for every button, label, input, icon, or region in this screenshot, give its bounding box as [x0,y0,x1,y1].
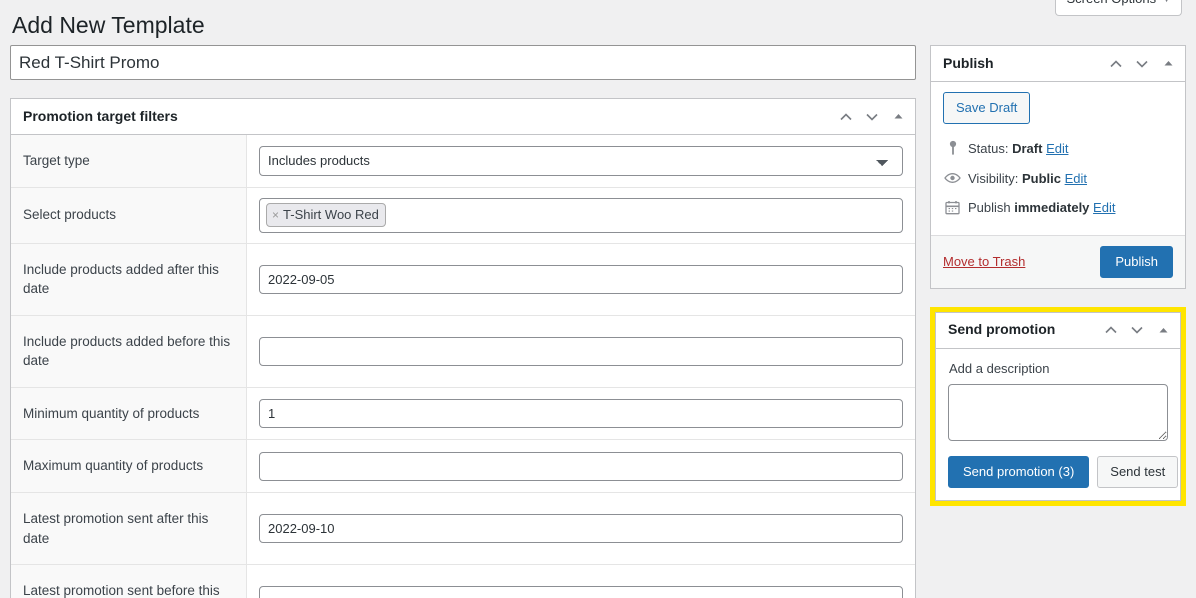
visibility-value: Public [1021,170,1061,186]
admin-page: Screen Options ▼ Add New Template Promot… [0,0,1196,598]
publish-actions: Move to Trash Publish [931,234,1185,288]
send-test-button[interactable]: Send test [1097,455,1179,488]
schedule-value: immediately [1014,200,1090,215]
row-label-min-quantity: Minimum quantity of products [11,387,247,440]
send-promotion-handle-actions [1098,314,1176,346]
max-quantity-input[interactable] [259,451,903,481]
table-row: Include products added after this date [11,243,915,316]
sent-before-date-input[interactable] [259,586,903,598]
send-promotion-box: Send promotion Add a description Send pr… [935,311,1181,501]
remove-chip-icon[interactable]: × [272,209,279,221]
filters-table: Target type Includes products Select pro… [11,135,915,598]
visibility-row: Visibility: Public Edit [943,164,1173,194]
row-field-sent-after [246,492,915,565]
row-label-max-quantity: Maximum quantity of products [11,439,247,493]
publish-box-header: Publish [931,46,1185,82]
status-prefix: Status: [968,141,1009,156]
added-after-date-input[interactable] [259,264,903,294]
promotion-buttons: Send promotion (3) Send test [948,455,1179,488]
promotion-target-filters-box: Promotion target filters Target type Inc… [10,98,916,598]
table-row: Latest promotion sent after this date [11,492,915,565]
min-quantity-input[interactable] [259,399,903,429]
table-row: Target type Includes products [11,135,915,188]
send-promotion-heading: Send promotion [948,321,1056,338]
row-label-sent-after: Latest promotion sent after this date [11,492,247,565]
table-row: Latest promotion sent before this date [11,564,915,598]
page-title: Add New Template [12,12,205,38]
main-column: Promotion target filters Targe [10,45,916,598]
eye-icon [944,169,961,187]
visibility-text: Visibility: Public Edit [968,169,1087,189]
filters-box-heading: Promotion target filters [23,107,178,124]
status-value: Draft [1012,141,1043,156]
row-field-added-before [246,315,915,388]
product-chip-label: T-Shirt Woo Red [283,206,379,222]
row-label-sent-before: Latest promotion sent before this date [11,564,247,598]
toggle-panel-icon[interactable] [1155,48,1181,80]
send-promotion-button[interactable]: Send promotion (3) [948,455,1090,488]
row-label-added-before: Include products added before this date [11,315,247,388]
screen-options-label: Screen Options [1066,0,1156,11]
toggle-panel-icon[interactable] [885,101,911,133]
move-up-icon[interactable] [1103,48,1129,80]
move-to-trash-link[interactable]: Move to Trash [943,254,1025,269]
chevron-down-icon: ▼ [1162,0,1171,11]
post-status-icon [944,139,961,157]
publish-box-body: Save Draft Status: Draft Edit Visibility… [931,82,1185,235]
edit-visibility-link[interactable]: Edit [1065,171,1087,186]
send-promotion-highlight: Send promotion Add a description Send pr… [930,306,1186,506]
sidebar-column: Publish Save Draft Status: Draft Edit Vi… [930,45,1186,506]
status-row: Status: Draft Edit [943,134,1173,164]
row-field-added-after [246,243,915,316]
row-label-target-type: Target type [11,135,247,188]
move-down-icon[interactable] [1124,314,1150,346]
save-draft-button[interactable]: Save Draft [943,92,1031,124]
row-field-min-quantity [246,387,915,440]
screen-options-button[interactable]: Screen Options ▼ [1055,0,1182,16]
edit-status-link[interactable]: Edit [1046,141,1068,156]
description-label: Add a description [949,360,1050,376]
toggle-panel-icon[interactable] [1150,314,1176,346]
row-field-select-products: × T-Shirt Woo Red [246,187,915,244]
send-promotion-body: Add a description Send promotion (3) Sen… [936,349,1180,500]
sent-after-date-input[interactable] [259,514,903,543]
publish-button[interactable]: Publish [1100,245,1173,278]
table-row: Select products × T-Shirt Woo Red [11,187,915,244]
publish-handle-actions [1103,48,1181,80]
table-row: Maximum quantity of products [11,439,915,493]
move-down-icon[interactable] [859,101,885,133]
schedule-row: Publish immediately Edit [943,193,1173,223]
filters-handle-actions [833,101,911,133]
publish-box-heading: Publish [943,54,994,71]
row-field-target-type: Includes products [246,135,915,188]
target-type-select[interactable]: Includes products [259,145,903,176]
product-chip[interactable]: × T-Shirt Woo Red [266,202,386,228]
description-textarea[interactable] [948,383,1168,441]
schedule-text: Publish immediately Edit [968,198,1115,218]
added-before-date-input[interactable] [259,336,903,366]
visibility-prefix: Visibility: [968,170,1019,186]
row-field-sent-before [246,564,915,598]
template-title-input[interactable] [10,45,916,80]
row-field-max-quantity [246,439,915,493]
table-row: Minimum quantity of products [11,387,915,440]
calendar-icon [944,198,961,216]
send-promotion-header: Send promotion [936,313,1180,349]
table-row: Include products added before this date [11,315,915,388]
move-down-icon[interactable] [1129,48,1155,80]
row-label-added-after: Include products added after this date [11,243,247,316]
schedule-prefix: Publish [968,200,1011,215]
publish-box: Publish Save Draft Status: Draft Edit Vi… [930,45,1186,289]
move-up-icon[interactable] [833,101,859,133]
row-label-select-products: Select products [11,187,247,244]
edit-schedule-link[interactable]: Edit [1093,200,1115,215]
select-products-input[interactable]: × T-Shirt Woo Red [259,197,903,233]
filters-box-header: Promotion target filters [11,99,915,135]
status-text: Status: Draft Edit [968,139,1068,159]
move-up-icon[interactable] [1098,314,1124,346]
